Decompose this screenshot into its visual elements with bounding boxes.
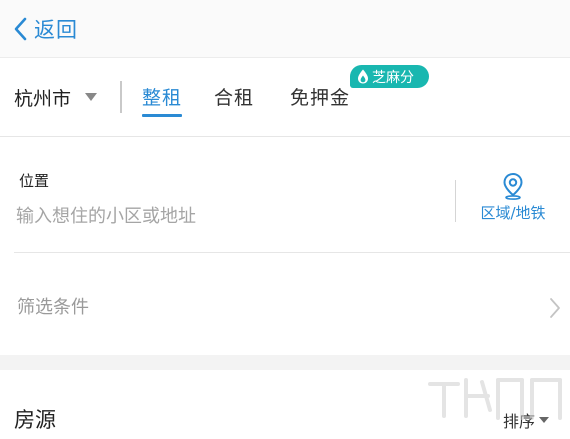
area-metro-label: 区域/地铁 [480,204,546,222]
caret-down-icon [539,417,550,423]
city-selector[interactable]: 杭州市 [14,84,98,110]
sort-label: 排序 [503,412,536,431]
chevron-right-icon [550,298,560,318]
location-search-input[interactable] [16,202,436,230]
sort-button[interactable]: 排序 [503,408,550,432]
tab-no-deposit[interactable]: 免押金 [290,83,350,113]
top-nav-bar: 返回 [0,0,570,58]
flame-icon [358,69,368,84]
caret-down-icon [85,93,98,101]
sesame-credit-badge: 芝麻分 [350,65,429,88]
active-tab-indicator [142,114,182,117]
location-pin-icon [503,172,523,200]
tabs-row: 杭州市 整租 合租 免押金 芝麻分 [0,59,570,137]
tab-whole-rent[interactable]: 整租 [142,83,182,113]
badge-label: 芝麻分 [372,69,414,86]
chevron-left-icon [14,17,27,41]
section-gap [0,355,570,370]
city-label: 杭州市 [14,87,72,110]
back-button[interactable]: 返回 [12,12,78,46]
area-metro-button[interactable]: 区域/地铁 [473,172,553,230]
listing-title: 房源 [14,408,56,432]
tab-shared-rent[interactable]: 合租 [214,83,254,113]
divider [120,81,122,113]
rental-search-screen: 返回 杭州市 整租 合租 免押金 芝麻分 位置 区域/地铁 [0,0,570,439]
filter-conditions-row[interactable]: 筛选条件 [0,253,570,355]
location-divider [455,180,456,222]
back-label: 返回 [34,18,78,42]
location-label: 位置 [19,172,50,190]
filter-label: 筛选条件 [17,297,89,318]
